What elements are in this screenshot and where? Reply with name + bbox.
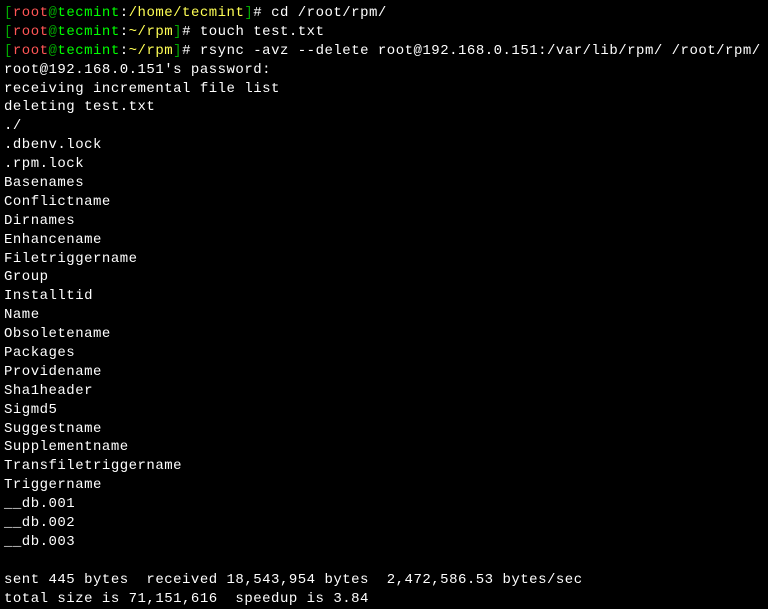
prompt-colon: :: [120, 5, 129, 21]
prompt-host: tecmint: [57, 43, 119, 59]
command-text[interactable]: touch test.txt: [191, 24, 325, 40]
output-line: Obsoletename: [4, 325, 764, 344]
prompt-host: tecmint: [57, 24, 119, 40]
prompt-line-3: [root@tecmint:~/rpm]# rsync -avz --delet…: [4, 42, 764, 61]
prompt-path: ~/rpm: [129, 43, 174, 59]
output-line: __db.001: [4, 495, 764, 514]
prompt-user: root: [13, 5, 49, 21]
output-line: Triggername: [4, 476, 764, 495]
output-line: Group: [4, 268, 764, 287]
prompt-hash: #: [182, 24, 191, 40]
output-line: root@192.168.0.151's password:: [4, 61, 764, 80]
output-line: Name: [4, 306, 764, 325]
prompt-line-1: [root@tecmint:/home/tecmint]# cd /root/r…: [4, 4, 764, 23]
prompt-user: root: [13, 43, 49, 59]
bracket-open: [: [4, 24, 13, 40]
output-line: [4, 552, 764, 571]
output-line: sent 445 bytes received 18,543,954 bytes…: [4, 571, 764, 590]
output-line: Supplementname: [4, 438, 764, 457]
output-line: total size is 71,151,616 speedup is 3.84: [4, 590, 764, 609]
output-line: ./: [4, 117, 764, 136]
bracket-close: ]: [244, 5, 253, 21]
bracket-open: [: [4, 43, 13, 59]
prompt-path: ~/rpm: [129, 24, 174, 40]
command-text[interactable]: cd /root/rpm/: [262, 5, 387, 21]
output-line: receiving incremental file list: [4, 80, 764, 99]
output-line: deleting test.txt: [4, 98, 764, 117]
output-line: .dbenv.lock: [4, 136, 764, 155]
prompt-hash: #: [182, 43, 191, 59]
output-line: Basenames: [4, 174, 764, 193]
output-line: Providename: [4, 363, 764, 382]
output-line: __db.002: [4, 514, 764, 533]
prompt-colon: :: [120, 43, 129, 59]
output-line: Sigmd5: [4, 401, 764, 420]
command-text[interactable]: rsync -avz --delete root@192.168.0.151:/…: [191, 43, 761, 59]
prompt-path: /home/tecmint: [129, 5, 245, 21]
output-line: Installtid: [4, 287, 764, 306]
bracket-close: ]: [173, 43, 182, 59]
output-line: Filetriggername: [4, 250, 764, 269]
prompt-host: tecmint: [57, 5, 119, 21]
bracket-open: [: [4, 5, 13, 21]
prompt-colon: :: [120, 24, 129, 40]
output-line: Enhancename: [4, 231, 764, 250]
prompt-line-2: [root@tecmint:~/rpm]# touch test.txt: [4, 23, 764, 42]
output-line: Sha1header: [4, 382, 764, 401]
output-line: Suggestname: [4, 420, 764, 439]
output-line: Packages: [4, 344, 764, 363]
output-line: Conflictname: [4, 193, 764, 212]
output-line: Transfiletriggername: [4, 457, 764, 476]
prompt-user: root: [13, 24, 49, 40]
output-line: __db.003: [4, 533, 764, 552]
bracket-close: ]: [173, 24, 182, 40]
prompt-hash: #: [253, 5, 262, 21]
output-line: .rpm.lock: [4, 155, 764, 174]
output-line: Dirnames: [4, 212, 764, 231]
